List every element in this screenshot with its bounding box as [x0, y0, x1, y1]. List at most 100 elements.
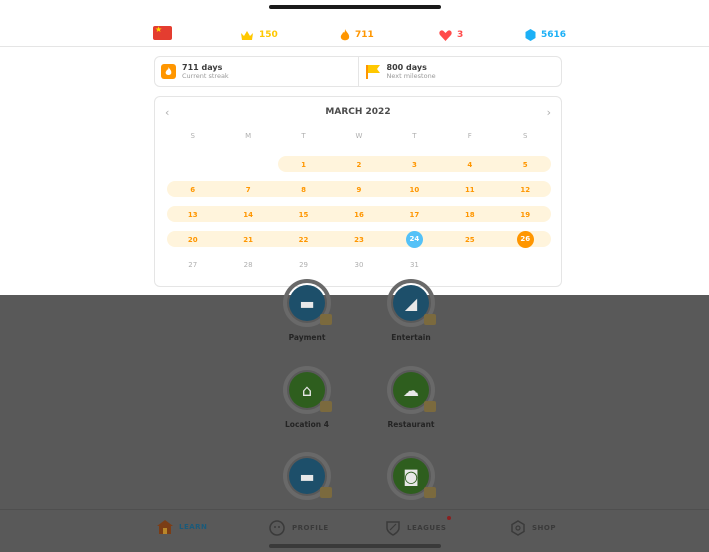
streak-summary: 711 days Current streak 800 days Next mi… [154, 56, 562, 87]
gems-stat[interactable]: 5616 [525, 24, 566, 46]
skill-name: Location 4 [285, 420, 329, 429]
nav-learn-label: LEARN [179, 523, 208, 531]
calendar-day[interactable]: 26 [498, 231, 553, 248]
weekday-header: S M T W T F S [165, 132, 553, 140]
calendar-day[interactable]: 29 [276, 261, 331, 269]
calendar-day[interactable]: 9 [331, 186, 386, 194]
calendar-day[interactable]: 4 [442, 161, 497, 169]
month-title: MARCH 2022 [325, 107, 391, 117]
heart-icon [439, 29, 452, 41]
calendar-day[interactable]: 31 [387, 261, 442, 269]
calendar-day[interactable]: 30 [331, 261, 386, 269]
calendar-day[interactable]: 2 [331, 161, 386, 169]
crown-icon [241, 30, 253, 40]
calendar-week: 20 21 22 23 24 25 26 [165, 227, 553, 252]
calendar-day[interactable]: 17 [387, 211, 442, 219]
nav-profile[interactable]: PROFILE [268, 520, 329, 536]
skill-node[interactable]: ◙ [381, 452, 441, 506]
calendar-day[interactable]: 6 [165, 186, 220, 194]
calendar-day[interactable]: 21 [220, 236, 275, 244]
crown-level-icon [320, 487, 332, 498]
calendar-day[interactable]: 20 [165, 236, 220, 244]
current-streak-days: 711 days [182, 63, 223, 72]
crown-level-icon [424, 314, 436, 325]
current-streak-label: Current streak [182, 72, 229, 80]
calendar-week: 6 7 8 9 10 11 12 [165, 177, 553, 202]
notification-dot-icon [447, 516, 451, 520]
skill-name: Restaurant [387, 420, 435, 429]
home-indicator [269, 5, 441, 9]
calendar-day[interactable]: 28 [220, 261, 275, 269]
current-streak-cell: 711 days Current streak [155, 57, 358, 86]
nav-shop[interactable]: SHOP [510, 520, 556, 536]
calendar-day[interactable]: 12 [498, 186, 553, 194]
calendar-day[interactable]: 1 [276, 161, 331, 169]
nav-leagues[interactable]: LEAGUES [385, 516, 451, 536]
calendar-day[interactable]: 5 [498, 161, 553, 169]
skill-progress-ring: ⌂ [283, 366, 332, 414]
calendar-day[interactable]: 3 [387, 161, 442, 169]
weekday-label: S [523, 132, 528, 140]
prev-month-icon[interactable]: ‹ [165, 106, 169, 119]
skill-progress-ring: ☁ [387, 366, 436, 414]
skill-node[interactable]: ▬ [277, 452, 337, 506]
calendar-day[interactable]: 8 [276, 186, 331, 194]
skill-node[interactable]: ☁ Restaurant [381, 366, 441, 429]
calendar-day[interactable]: 7 [220, 186, 275, 194]
calendar-day[interactable]: 16 [331, 211, 386, 219]
calendar-day[interactable]: 14 [220, 211, 275, 219]
calendar-grid: 1 2 3 4 5 6 7 8 9 10 11 12 13 14 15 16 17 18 19 20 21 22 23 24 2… [165, 152, 553, 277]
shop-icon [511, 520, 525, 536]
skill-progress-ring: ▬ [283, 279, 332, 327]
weekday-label: T [301, 132, 306, 140]
skill-progress-ring: ◙ [387, 452, 436, 500]
milestone-days: 800 days [386, 63, 427, 72]
calendar-day[interactable]: 18 [442, 211, 497, 219]
milestone-label: Next milestone [386, 72, 436, 80]
profile-icon [269, 520, 285, 536]
calendar-day[interactable]: 25 [442, 236, 497, 244]
shield-icon [386, 521, 400, 536]
skill-name: Payment [288, 333, 326, 342]
calendar-day[interactable]: 11 [442, 186, 497, 194]
calendar-day[interactable]: 23 [331, 236, 386, 244]
hearts-count: 3 [457, 30, 464, 40]
streak-freeze-icon: 24 [405, 231, 423, 248]
course-flag-icon[interactable] [153, 25, 172, 40]
crown-level-icon [424, 401, 436, 412]
weekday-label: T [412, 132, 417, 140]
top-stats-bar: 150 711 3 5616 [0, 24, 709, 46]
crown-stat[interactable]: 150 [240, 24, 278, 46]
weekday-label: S [190, 132, 195, 140]
calendar-day[interactable]: 13 [165, 211, 220, 219]
skill-name: Entertain [391, 333, 431, 342]
skill-node[interactable]: ⌂ Location 4 [277, 366, 337, 429]
flag-icon [365, 65, 380, 79]
streak-count: 711 [355, 30, 374, 40]
calendar-day[interactable]: 27 [165, 261, 220, 269]
home-indicator-bottom [269, 544, 441, 548]
home-icon [157, 520, 173, 534]
streak-calendar: ‹ MARCH 2022 › S M T W T F S 1 2 3 4 5 6 7 8 9 10… [154, 96, 562, 287]
calendar-week: 27 28 29 30 31 [165, 252, 553, 277]
skill-node[interactable]: ▬ Payment [277, 279, 337, 342]
gems-count: 5616 [541, 30, 567, 40]
weekday-label: M [245, 132, 252, 140]
skill-node[interactable]: ◢ Entertain [381, 279, 441, 342]
calendar-week: 12345 [165, 152, 553, 177]
nav-shop-label: SHOP [532, 524, 556, 532]
crown-level-icon [424, 487, 436, 498]
streak-stat[interactable]: 711 [340, 24, 374, 46]
calendar-day[interactable]: 24 [387, 231, 442, 248]
calendar-day[interactable]: 19 [498, 211, 553, 219]
today-marker: 26 [516, 231, 534, 248]
calendar-day[interactable]: 10 [387, 186, 442, 194]
nav-learn[interactable]: LEARN [157, 520, 207, 534]
fire-icon [340, 28, 350, 40]
nav-leagues-label: LEAGUES [407, 524, 447, 532]
calendar-day[interactable]: 22 [276, 236, 331, 244]
next-month-icon[interactable]: › [547, 106, 551, 119]
calendar-day[interactable]: 15 [276, 211, 331, 219]
hearts-stat[interactable]: 3 [439, 24, 463, 46]
crown-count: 150 [259, 30, 278, 40]
